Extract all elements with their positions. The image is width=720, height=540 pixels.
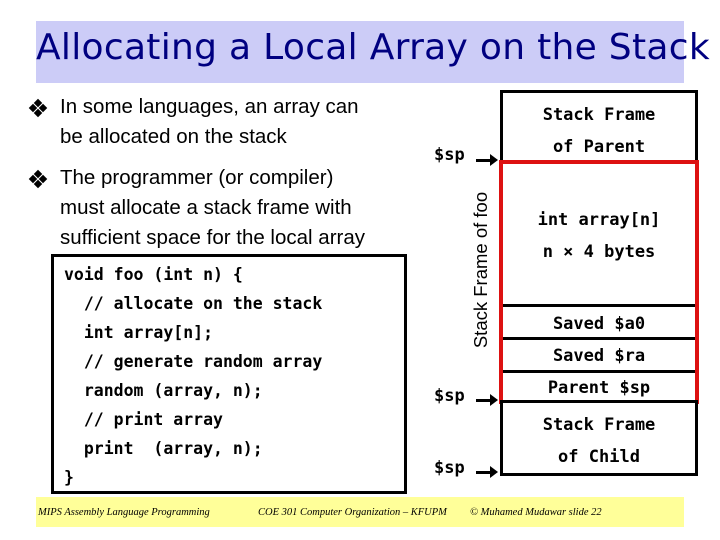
arrow-right-icon (476, 394, 498, 406)
code-line: // generate random array (64, 352, 323, 371)
slide-title: Allocating a Local Array on the Stack (36, 27, 710, 68)
child-stack-frame: Stack Frame of Child (500, 400, 698, 476)
bullet-item: The programmer (or compiler) must alloca… (28, 163, 430, 253)
frame-divider (503, 370, 695, 373)
array-size-label: n × 4 bytes (542, 242, 656, 262)
sp-label: $sp (434, 386, 465, 406)
arrow-right-icon (476, 466, 498, 478)
code-box: void foo (int n) { // allocate on the st… (51, 254, 407, 494)
child-frame-label: of Child (558, 447, 640, 467)
parent-frame-label: Stack Frame (542, 105, 656, 125)
code-line: int array[n]; (64, 323, 214, 342)
parent-sp-cell: Parent $sp (547, 378, 651, 398)
code-line: print (array, n); (64, 439, 263, 458)
parent-stack-frame: Stack Frame of Parent (500, 90, 698, 165)
arrow-right-icon (476, 154, 498, 166)
title-band: Allocating a Local Array on the Stack (36, 21, 710, 83)
saved-a0-cell: Saved $a0 (552, 314, 646, 334)
bullet-item: In some languages, an array can be alloc… (28, 92, 430, 152)
frame-divider (503, 304, 695, 307)
code-line: // allocate on the stack (64, 294, 323, 313)
bullet-line: must allocate a stack frame with (60, 196, 352, 219)
foo-frame-vertical-label: Stack Frame of foo (470, 191, 491, 349)
code-line: void foo (int n) { (64, 265, 243, 284)
footer-course: MIPS Assembly Language Programming (38, 507, 210, 518)
code-line: } (64, 468, 74, 487)
diamond-bullet-icon (28, 98, 48, 118)
saved-ra-cell: Saved $ra (552, 346, 646, 366)
array-cell-label: int array[n] (537, 210, 661, 230)
bullet-line: be allocated on the stack (60, 125, 287, 148)
footer-org: COE 301 Computer Organization – KFUPM (258, 507, 447, 518)
sp-label: $sp (434, 145, 465, 165)
code-line: // print array (64, 410, 223, 429)
bullet-list: In some languages, an array can be alloc… (28, 92, 430, 264)
bullet-line: The programmer (or compiler) (60, 166, 334, 189)
footer-copyright: © Muhamed Mudawar slide 22 (470, 507, 602, 518)
frame-divider (503, 337, 695, 340)
bullet-line: sufficient space for the local array (60, 226, 365, 249)
footer-band: MIPS Assembly Language Programming COE 3… (36, 497, 684, 527)
child-frame-label: Stack Frame (542, 415, 656, 435)
code-line: random (array, n); (64, 381, 263, 400)
diamond-bullet-icon (28, 169, 48, 189)
sp-label: $sp (434, 458, 465, 478)
bullet-line: In some languages, an array can (60, 95, 359, 118)
parent-frame-label: of Parent (552, 137, 646, 157)
foo-stack-frame: int array[n] n × 4 bytes Saved $a0 Saved… (499, 160, 699, 404)
